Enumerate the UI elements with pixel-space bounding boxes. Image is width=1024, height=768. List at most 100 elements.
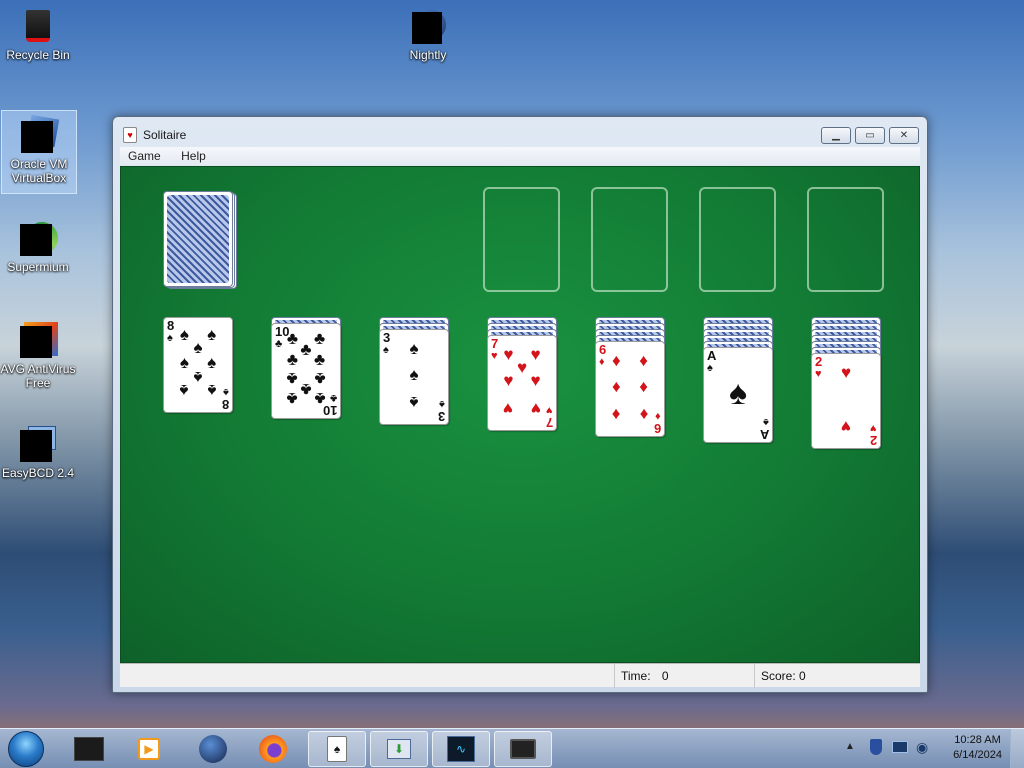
- minimize-button[interactable]: ▁: [821, 127, 851, 144]
- menu-help[interactable]: Help: [173, 147, 214, 165]
- taskbar-monitor[interactable]: ∿: [432, 731, 490, 767]
- card-pip-icon: ♦: [612, 377, 621, 397]
- card-pip-icon: ♠: [179, 381, 189, 401]
- card-suit-icon: ♠: [439, 398, 445, 410]
- desktop-icon-nightly[interactable]: Nightly: [390, 2, 466, 62]
- file-manager-icon: ⬇: [387, 739, 411, 759]
- avg-antivirus-icon: [20, 322, 58, 358]
- network-icon[interactable]: [892, 741, 908, 753]
- card-suit-icon: ♠: [707, 362, 713, 374]
- tableau-card[interactable]: 2 ♥ 2 ♥ ♥ ♥: [811, 353, 881, 449]
- card-pip-icon: ♦: [612, 350, 621, 370]
- card-suit-icon: ♣: [329, 392, 337, 404]
- maximize-button[interactable]: ▭: [855, 127, 885, 144]
- card-pip-icon: ♥: [840, 417, 852, 437]
- nightly-icon: [199, 735, 227, 763]
- taskbar-firefox[interactable]: [244, 731, 302, 767]
- title-bar[interactable]: ♥ Solitaire ▁ ▭ ✕: [113, 117, 927, 147]
- tableau-card[interactable]: 8 ♠ 8 ♠ ♠ ♠ ♠ ♠ ♠ ♠ ♠ ♠: [163, 317, 233, 413]
- card-suit-icon: ♦: [655, 410, 661, 422]
- time-value: 0: [661, 669, 669, 683]
- score-value: 0: [799, 669, 806, 683]
- tableau-card[interactable]: 6 ♦ 6 ♦ ♦ ♦ ♦ ♦ ♦ ♦: [595, 341, 665, 437]
- card-pip-icon: ♥: [840, 362, 852, 382]
- solitaire-icon: ♠: [327, 736, 347, 762]
- desktop-icon-supermium[interactable]: Supermium: [0, 214, 76, 274]
- desktop-icon-label: Recycle Bin: [6, 48, 70, 62]
- virtualbox-icon: [21, 114, 60, 153]
- card-suit-icon: ♥: [491, 350, 498, 362]
- card-rank: 3: [437, 409, 445, 424]
- volume-icon[interactable]: ◉: [916, 739, 928, 756]
- card-suit-icon: ♠: [383, 344, 389, 356]
- desktop-icon-label: AVG AntiVirus Free: [0, 362, 76, 390]
- close-button[interactable]: ✕: [889, 127, 919, 144]
- taskbar-media-player[interactable]: ▶: [120, 731, 178, 767]
- card-pip-icon: ♥: [503, 371, 514, 391]
- desktop-icon-recycle-bin[interactable]: Recycle Bin: [0, 2, 76, 62]
- easybcd-icon: [20, 426, 56, 462]
- time-status: Time: 0: [614, 664, 754, 688]
- supermium-icon: [20, 220, 58, 256]
- desktop-icon-easybcd[interactable]: EasyBCD 2.4: [0, 420, 76, 480]
- score-label: Score:: [761, 669, 796, 683]
- desktop-icon-virtualbox[interactable]: Oracle VM VirtualBox: [1, 110, 77, 194]
- start-button[interactable]: [8, 731, 44, 767]
- close-icon: ✕: [899, 130, 909, 141]
- card-suit-icon: ♥: [546, 404, 553, 416]
- time-label: Time:: [621, 669, 651, 683]
- window-title: Solitaire: [143, 128, 187, 142]
- tray-show-hidden-icon[interactable]: ▲: [845, 741, 855, 752]
- stock-pile[interactable]: [163, 191, 237, 291]
- card-rank: 6: [599, 342, 607, 357]
- taskbar-nightly[interactable]: [184, 731, 242, 767]
- tableau-card[interactable]: 3 ♠ 3 ♠ ♠ ♠ ♠: [379, 329, 449, 425]
- menu-game[interactable]: Game: [120, 147, 169, 165]
- taskbar-solitaire[interactable]: ♠: [308, 731, 366, 767]
- taskbar-folder[interactable]: [60, 731, 118, 767]
- clock[interactable]: 10:28 AM 6/14/2024: [953, 733, 1002, 763]
- card-pip-icon: ♣: [286, 389, 298, 409]
- card-suit-icon: ♠: [763, 416, 769, 428]
- score-status: Score: 0: [754, 664, 914, 688]
- tableau-card[interactable]: 10 ♣ 10 ♣ ♣ ♣ ♣ ♣ ♣ ♣ ♣ ♣ ♣ ♣: [271, 323, 341, 419]
- desktop-icon-avg[interactable]: AVG AntiVirus Free: [0, 316, 76, 390]
- card-rank: A: [707, 348, 717, 363]
- solitaire-window: ♥ Solitaire ▁ ▭ ✕ Game Help 8 ♠ 8 ♠ ♠ ♠ ♠ ♠ ♠ ♠ ♠ ♠…: [112, 116, 928, 693]
- card-pip-icon: ♥: [530, 371, 541, 391]
- show-desktop-button[interactable]: [1010, 729, 1024, 768]
- card-rank: 2: [869, 433, 877, 448]
- card-pip-icon: ♣: [314, 349, 326, 369]
- nightly-icon: [410, 8, 446, 44]
- firefox-icon: [259, 735, 287, 763]
- taskbar-display[interactable]: [494, 731, 552, 767]
- tableau-card[interactable]: A ♠ A ♠ ♠: [703, 347, 773, 443]
- display-icon: [510, 739, 536, 759]
- card-rank: A: [759, 427, 769, 442]
- card-rank: 6: [653, 421, 661, 436]
- taskbar-file-manager[interactable]: ⬇: [370, 731, 428, 767]
- tableau-card[interactable]: 7 ♥ 7 ♥ ♥ ♥ ♥ ♥ ♥ ♥ ♥: [487, 335, 557, 431]
- shield-icon[interactable]: [870, 739, 882, 755]
- desktop-icon-label: EasyBCD 2.4: [1, 466, 75, 480]
- card-back: [163, 191, 233, 287]
- foundation-slot-3[interactable]: [699, 187, 776, 292]
- card-pip-icon: ♦: [639, 350, 648, 370]
- card-rank: 7: [491, 336, 499, 351]
- foundation-slot-1[interactable]: [483, 187, 560, 292]
- card-rank: 8: [167, 318, 175, 333]
- recycle-bin-icon: [20, 8, 56, 44]
- monitor-icon: ∿: [447, 736, 475, 762]
- card-suit-icon: ♠: [223, 386, 229, 398]
- card-suit-icon: ♦: [599, 356, 605, 368]
- foundation-slot-2[interactable]: [591, 187, 668, 292]
- card-pip-icon: ♠: [409, 393, 419, 413]
- card-pip-icon: ♦: [639, 405, 648, 425]
- clock-date: 6/14/2024: [953, 749, 1002, 761]
- status-bar: Time: 0 Score: 0: [120, 663, 920, 688]
- foundation-slot-4[interactable]: [807, 187, 884, 292]
- game-table: 8 ♠ 8 ♠ ♠ ♠ ♠ ♠ ♠ ♠ ♠ ♠ 10 ♣ 10 ♣ ♣ ♣ ♣ ♣ ♣ ♣ ♣ ♣ ♣ ♣ 3 ♠ 3 ♠ ♠ ♠ ♠ 7 ♥ 7 ♥ ♥…: [120, 166, 920, 663]
- card-pip-icon: ♦: [612, 405, 621, 425]
- card-suit-icon: ♥: [870, 422, 877, 434]
- maximize-icon: ▭: [865, 130, 875, 141]
